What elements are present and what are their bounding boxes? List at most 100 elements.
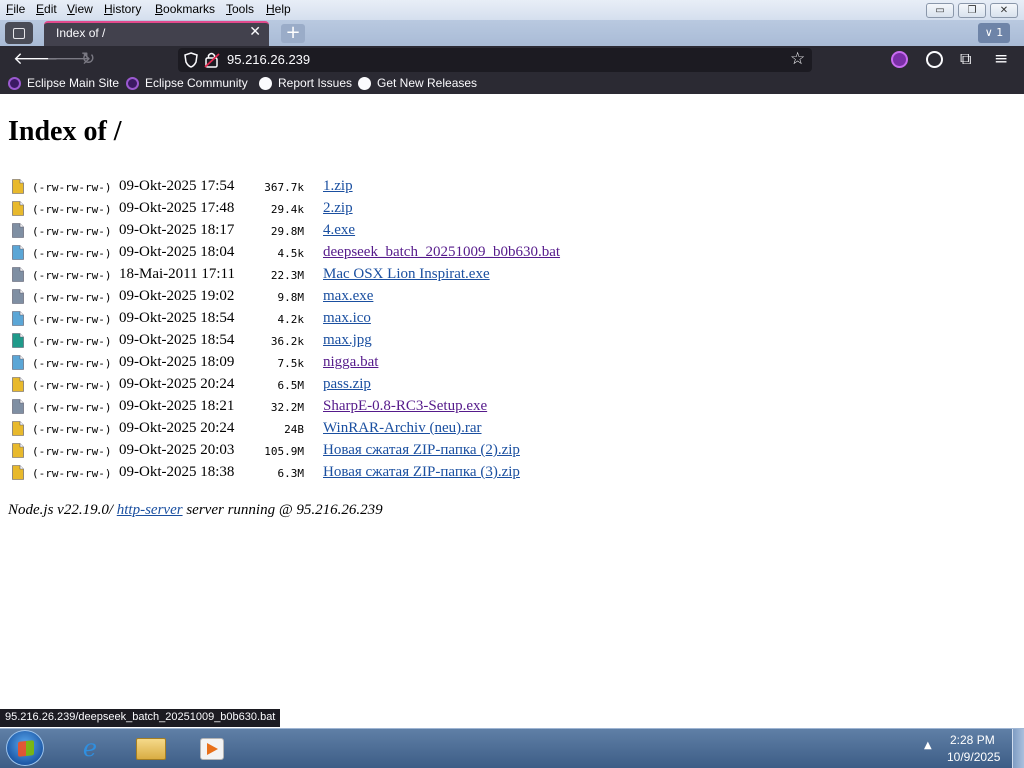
menu-file[interactable]: File <box>6 2 25 16</box>
menu-edit[interactable]: Edit <box>36 2 57 16</box>
menu-bookmarks[interactable]: Bookmarks <box>155 2 215 16</box>
media-player-icon[interactable] <box>195 732 229 764</box>
file-date: 09-Okt-2025 18:38 <box>119 464 235 480</box>
minimize-button[interactable]: ▭ <box>926 3 954 18</box>
file-link[interactable]: SharpE-0.8-RC3-Setup.exe <box>323 398 487 415</box>
bookmark-eclipse-main[interactable]: Eclipse Main Site <box>27 76 119 90</box>
firefox-view-icon[interactable] <box>5 22 33 44</box>
new-tab-button[interactable]: + <box>281 24 305 43</box>
file-permissions: (-rw-rw-rw-) <box>32 181 112 194</box>
file-row: (-rw-rw-rw-) 09-Okt-2025 18:21 32.2M SharpE… <box>12 396 712 418</box>
file-size: 36.2k <box>270 335 304 348</box>
internet-explorer-icon[interactable]: ℯ <box>73 732 107 764</box>
file-row: (-rw-rw-rw-) 09-Okt-2025 20:24 6.5M pass.zi… <box>12 374 712 396</box>
shield-icon[interactable] <box>184 52 198 68</box>
http-server-link[interactable]: http-server <box>117 502 183 518</box>
bookmark-star-icon[interactable]: ☆ <box>790 49 805 69</box>
close-window-button[interactable]: ✕ <box>990 3 1018 18</box>
file-size: 22.3M <box>270 269 304 282</box>
menu-help[interactable]: Help <box>266 2 291 16</box>
file-permissions: (-rw-rw-rw-) <box>32 225 112 238</box>
menu-tools[interactable]: Tools <box>226 2 254 16</box>
tray-expand-icon[interactable]: ▲ <box>924 740 932 751</box>
clock-date[interactable]: 10/9/2025 <box>947 750 1000 764</box>
file-link[interactable]: nigga.bat <box>323 354 378 371</box>
file-permissions: (-rw-rw-rw-) <box>32 313 112 326</box>
menu-view[interactable]: View <box>67 2 93 16</box>
file-zip-icon <box>12 179 24 194</box>
reload-icon[interactable]: ↻ <box>81 50 95 68</box>
file-zip-icon <box>12 443 24 458</box>
file-row: (-rw-rw-rw-) 09-Okt-2025 17:48 29.4k 2.zip <box>12 198 712 220</box>
file-date: 09-Okt-2025 17:54 <box>119 178 235 194</box>
file-date: 09-Okt-2025 18:54 <box>119 332 235 348</box>
file-link[interactable]: 1.zip <box>323 178 353 195</box>
file-link[interactable]: WinRAR-Archiv (neu).rar <box>323 420 482 437</box>
file-txt-icon <box>12 245 24 260</box>
file-permissions: (-rw-rw-rw-) <box>32 269 112 282</box>
file-row: (-rw-rw-rw-) 09-Okt-2025 20:03 105.9M Новая… <box>12 440 712 462</box>
file-row: (-rw-rw-rw-) 09-Okt-2025 18:54 4.2k max.ico <box>12 308 712 330</box>
link-status-tooltip: 95.216.26.239/deepseek_batch_20251009_b0… <box>0 709 281 727</box>
file-size: 32.2M <box>270 401 304 414</box>
file-link[interactable]: 4.exe <box>323 222 355 239</box>
file-size: 6.3M <box>277 467 305 480</box>
page-content: Index of / (-rw-rw-rw-) 09-Okt-2025 17:54… <box>0 94 1024 706</box>
tab-index[interactable]: Index of / ✕ <box>44 21 269 46</box>
file-exe-icon <box>12 223 24 238</box>
file-size: 6.5M <box>277 379 305 392</box>
insecure-lock-icon[interactable] <box>204 51 220 68</box>
file-size: 105.9M <box>264 445 304 458</box>
extension-icon[interactable] <box>891 51 908 68</box>
file-link[interactable]: pass.zip <box>323 376 371 393</box>
menu-bar: File Edit View History Bookmarks Tools H… <box>0 0 1024 20</box>
file-size: 4.5k <box>277 247 305 260</box>
menu-history[interactable]: History <box>104 2 141 16</box>
hamburger-menu-icon[interactable]: ≡ <box>994 50 1008 68</box>
clock-time[interactable]: 2:28 PM <box>950 733 995 747</box>
address-bar[interactable]: 95.216.26.239 ☆ <box>178 48 812 72</box>
file-date: 09-Okt-2025 19:02 <box>119 288 235 304</box>
server-footer: Node.js v22.19.0/ http-server server run… <box>8 502 383 519</box>
list-all-tabs-button[interactable]: ∨ 1 <box>978 23 1010 43</box>
account-icon[interactable] <box>926 51 943 68</box>
file-date: 09-Okt-2025 18:09 <box>119 354 235 370</box>
file-link[interactable]: max.jpg <box>323 332 372 349</box>
file-size: 29.8M <box>270 225 304 238</box>
bookmark-report-issues[interactable]: Report Issues <box>278 76 352 90</box>
url-text[interactable]: 95.216.26.239 <box>227 52 310 67</box>
file-permissions: (-rw-rw-rw-) <box>32 423 112 436</box>
show-desktop-button[interactable] <box>1012 729 1024 768</box>
file-zip-icon <box>12 201 24 216</box>
file-link[interactable]: 2.zip <box>323 200 353 217</box>
file-permissions: (-rw-rw-rw-) <box>32 247 112 260</box>
file-permissions: (-rw-rw-rw-) <box>32 291 112 304</box>
file-permissions: (-rw-rw-rw-) <box>32 467 112 480</box>
bookmark-eclipse-community[interactable]: Eclipse Community <box>145 76 248 90</box>
file-link[interactable]: Mac OSX Lion Inspirat.exe <box>323 266 490 283</box>
file-exe-icon <box>12 399 24 414</box>
extensions-puzzle-icon[interactable]: ⧉ <box>960 50 971 68</box>
close-icon[interactable]: ✕ <box>249 24 261 40</box>
restore-button[interactable]: ❐ <box>958 3 986 18</box>
file-link[interactable]: max.exe <box>323 288 373 305</box>
file-explorer-icon[interactable] <box>134 732 168 764</box>
file-date: 09-Okt-2025 18:04 <box>119 244 235 260</box>
bookmark-get-releases[interactable]: Get New Releases <box>377 76 477 90</box>
file-date: 18-Mai-2011 17:11 <box>119 266 235 282</box>
file-row: (-rw-rw-rw-) 09-Okt-2025 18:38 6.3M Новая с… <box>12 462 712 484</box>
start-button[interactable] <box>6 730 44 766</box>
file-txt-icon <box>12 311 24 326</box>
file-link[interactable]: max.ico <box>323 310 371 327</box>
file-link[interactable]: Новая сжатая ZIP-папка (3).zip <box>323 464 520 481</box>
file-row: (-rw-rw-rw-) 09-Okt-2025 18:09 7.5k nigga.b… <box>12 352 712 374</box>
file-permissions: (-rw-rw-rw-) <box>32 335 112 348</box>
browser-chrome: File Edit View History Bookmarks Tools H… <box>0 0 1024 94</box>
file-date: 09-Okt-2025 20:03 <box>119 442 235 458</box>
file-size: 4.2k <box>277 313 305 326</box>
file-link[interactable]: Новая сжатая ZIP-папка (2).zip <box>323 442 520 459</box>
file-txt-icon <box>12 355 24 370</box>
file-permissions: (-rw-rw-rw-) <box>32 203 112 216</box>
file-link[interactable]: deepseek_batch_20251009_b0b630.bat <box>323 244 560 261</box>
github-icon <box>358 77 371 90</box>
